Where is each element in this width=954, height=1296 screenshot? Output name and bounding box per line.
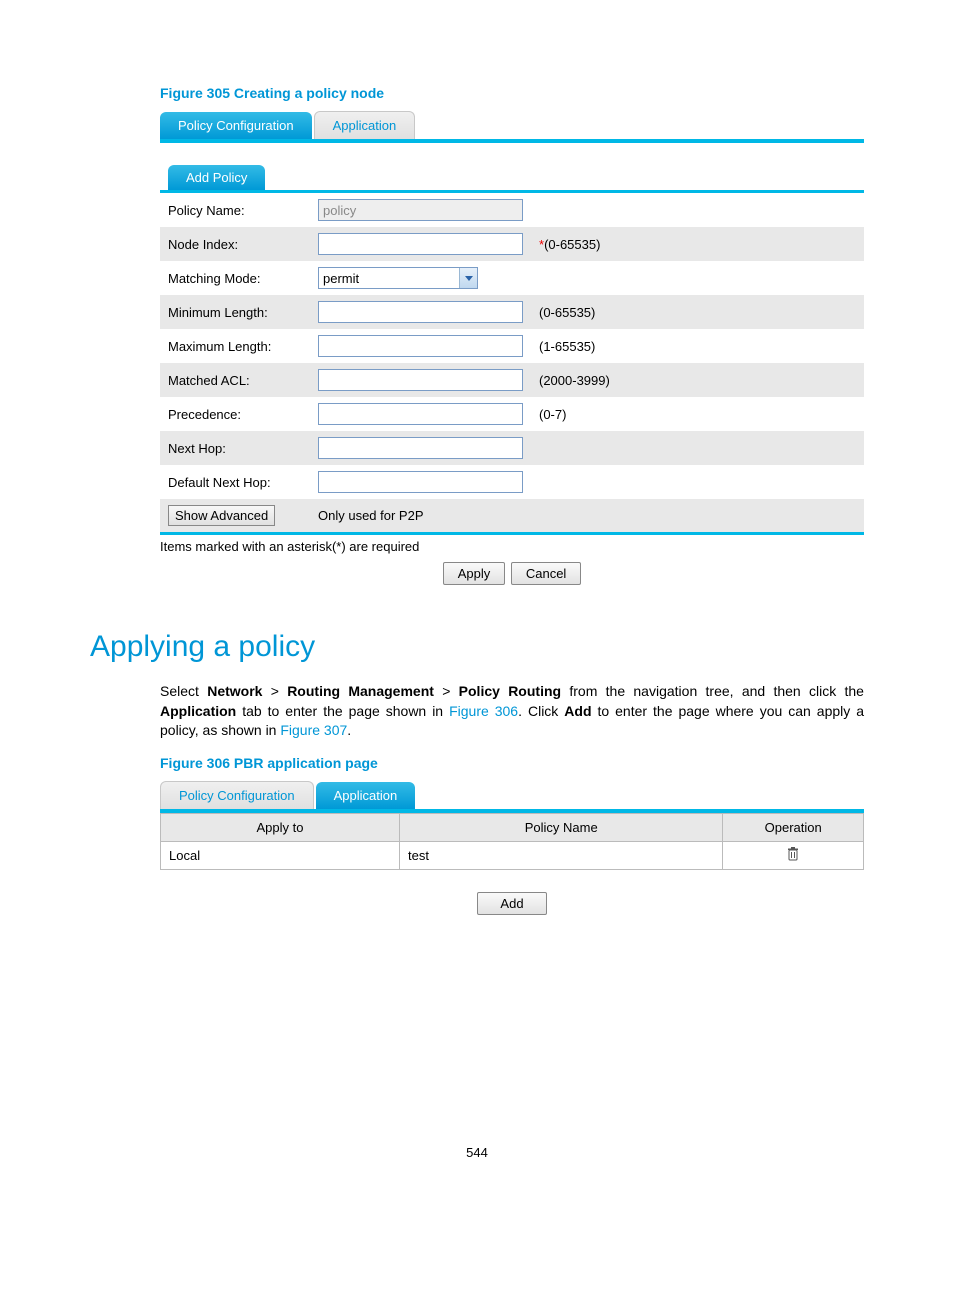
max-length-input[interactable] [318, 335, 523, 357]
figure-305-caption: Figure 305 Creating a policy node [160, 85, 864, 101]
cancel-button[interactable]: Cancel [511, 562, 581, 585]
required-note: Items marked with an asterisk(*) are req… [160, 539, 864, 554]
next-hop-label: Next Hop: [160, 431, 310, 465]
show-advanced-button[interactable]: Show Advanced [168, 505, 275, 526]
matched-acl-input[interactable] [318, 369, 523, 391]
matching-mode-label: Matching Mode: [160, 261, 310, 295]
cell-apply-to: Local [161, 841, 400, 869]
application-table: Apply to Policy Name Operation Local tes… [160, 813, 864, 870]
add-button[interactable]: Add [477, 892, 546, 915]
page-number: 544 [90, 1145, 864, 1160]
body-paragraph: Select Network > Routing Management > Po… [160, 682, 864, 741]
node-index-input[interactable] [318, 233, 523, 255]
precedence-input[interactable] [318, 403, 523, 425]
figure-305-panel: Policy Configuration Application Add Pol… [160, 111, 864, 585]
node-index-label: Node Index: [160, 227, 310, 261]
tabs-row: Policy Configuration Application [160, 111, 864, 143]
min-length-hint: (0-65535) [539, 305, 595, 320]
table-row: Local test [161, 841, 864, 869]
matching-mode-select[interactable]: permit [318, 267, 478, 289]
section-heading: Applying a policy [90, 630, 864, 664]
policy-name-label: Policy Name: [160, 193, 310, 227]
precedence-label: Precedence: [160, 397, 310, 431]
matched-acl-hint: (2000-3999) [539, 373, 610, 388]
policy-form-table: Policy Name: Node Index: *(0-65535) Matc… [160, 193, 864, 532]
matched-acl-label: Matched ACL: [160, 363, 310, 397]
precedence-hint: (0-7) [539, 407, 566, 422]
subtab-row: Add Policy [160, 165, 864, 193]
figure-306-link[interactable]: Figure 306 [449, 703, 518, 719]
tab-policy-configuration[interactable]: Policy Configuration [160, 112, 312, 139]
apply-button[interactable]: Apply [443, 562, 506, 585]
default-next-hop-label: Default Next Hop: [160, 465, 310, 499]
min-length-input[interactable] [318, 301, 523, 323]
figure-306-caption: Figure 306 PBR application page [160, 755, 864, 771]
p2p-note: Only used for P2P [310, 499, 864, 532]
tab-policy-configuration-306[interactable]: Policy Configuration [160, 781, 314, 809]
tabs-row-306: Policy Configuration Application [160, 781, 864, 813]
cell-policy-name: test [400, 841, 723, 869]
default-next-hop-input[interactable] [318, 471, 523, 493]
figure-306-panel: Policy Configuration Application Apply t… [160, 781, 864, 915]
col-operation: Operation [723, 813, 864, 841]
subtab-add-policy[interactable]: Add Policy [168, 165, 265, 190]
next-hop-input[interactable] [318, 437, 523, 459]
trash-icon[interactable] [787, 847, 799, 861]
col-apply-to: Apply to [161, 813, 400, 841]
node-index-hint: (0-65535) [544, 237, 600, 252]
tab-application-306[interactable]: Application [316, 782, 416, 809]
col-policy-name: Policy Name [400, 813, 723, 841]
max-length-label: Maximum Length: [160, 329, 310, 363]
min-length-label: Minimum Length: [160, 295, 310, 329]
policy-name-input [318, 199, 523, 221]
figure-307-link[interactable]: Figure 307 [280, 722, 347, 738]
max-length-hint: (1-65535) [539, 339, 595, 354]
tab-application[interactable]: Application [314, 111, 416, 139]
